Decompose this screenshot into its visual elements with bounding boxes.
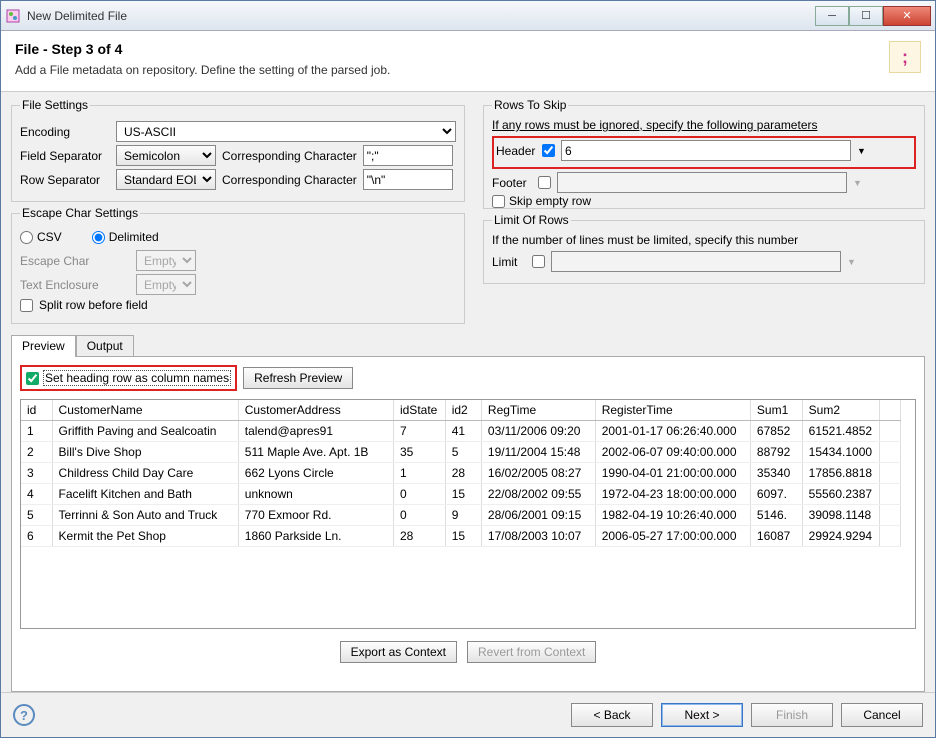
tab-output[interactable]: Output [76, 335, 134, 357]
set-heading-row-checkbox[interactable] [26, 372, 39, 385]
column-header[interactable]: RegTime [481, 400, 595, 421]
rows-to-skip-legend: Rows To Skip [492, 98, 568, 112]
footer-skip-label: Footer [492, 176, 532, 190]
escape-char-legend: Escape Char Settings [20, 206, 140, 220]
back-button[interactable]: < Back [571, 703, 653, 727]
tab-preview[interactable]: Preview [11, 335, 76, 357]
table-row[interactable]: 4Facelift Kitchen and Bathunknown01522/0… [21, 484, 901, 505]
row-sep-corr-label: Corresponding Character [222, 173, 357, 187]
field-separator-label: Field Separator [20, 149, 110, 163]
column-header[interactable]: CustomerAddress [238, 400, 393, 421]
page-title: File - Step 3 of 4 [15, 41, 889, 57]
csv-radio[interactable] [20, 231, 33, 244]
set-heading-row-label: Set heading row as column names [43, 370, 231, 386]
close-button[interactable]: ✕ [883, 6, 931, 26]
dropdown-icon: ▼ [853, 178, 862, 188]
export-as-context-button[interactable]: Export as Context [340, 641, 457, 663]
revert-from-context-button: Revert from Context [467, 641, 596, 663]
rows-to-skip-group: Rows To Skip If any rows must be ignored… [483, 98, 925, 209]
help-icon[interactable]: ? [13, 704, 35, 726]
titlebar: New Delimited File ─ ☐ ✕ [1, 1, 935, 31]
set-heading-row-box: Set heading row as column names [20, 365, 237, 391]
footer-bar: ? < Back Next > Finish Cancel [1, 692, 935, 737]
encoding-select[interactable]: US-ASCII [116, 121, 456, 142]
text-enclosure-select: Empty [136, 274, 196, 295]
column-header[interactable]: id [21, 400, 52, 421]
row-separator-label: Row Separator [20, 173, 110, 187]
page-description: Add a File metadata on repository. Defin… [15, 63, 889, 77]
skip-empty-row-label: Skip empty row [509, 194, 591, 208]
file-type-icon: ; [889, 41, 921, 73]
table-row[interactable]: 2Bill's Dive Shop511 Maple Ave. Apt. 1B3… [21, 442, 901, 463]
text-enclosure-label: Text Enclosure [20, 278, 130, 292]
row-sep-corr-input[interactable] [363, 169, 453, 190]
split-row-label: Split row before field [39, 298, 148, 312]
limit-of-rows-legend: Limit Of Rows [492, 213, 571, 227]
field-separator-select[interactable]: Semicolon [116, 145, 216, 166]
minimize-button[interactable]: ─ [815, 6, 849, 26]
maximize-button[interactable]: ☐ [849, 6, 883, 26]
rows-to-skip-description: If any rows must be ignored, specify the… [492, 118, 916, 132]
limit-input [551, 251, 841, 272]
table-row[interactable]: 5Terrinni & Son Auto and Truck770 Exmoor… [21, 505, 901, 526]
delimited-radio[interactable] [92, 231, 105, 244]
footer-skip-input [557, 172, 847, 193]
table-row[interactable]: 1Griffith Paving and Sealcoatintalend@ap… [21, 421, 901, 442]
encoding-label: Encoding [20, 125, 110, 139]
column-header[interactable]: Sum1 [750, 400, 802, 421]
escape-char-label: Escape Char [20, 254, 130, 268]
limit-of-rows-description: If the number of lines must be limited, … [492, 233, 916, 247]
tabs: Preview Output [11, 334, 925, 356]
table-row[interactable]: 6Kermit the Pet Shop1860 Parkside Ln.281… [21, 526, 901, 547]
header-skip-checkbox[interactable] [542, 144, 555, 157]
column-header[interactable]: idState [393, 400, 445, 421]
skip-empty-row-checkbox[interactable] [492, 195, 505, 208]
file-settings-group: File Settings Encoding US-ASCII Field Se… [11, 98, 465, 202]
dropdown-icon[interactable]: ▼ [857, 146, 866, 156]
app-icon [5, 8, 21, 24]
limit-of-rows-group: Limit Of Rows If the number of lines mus… [483, 213, 925, 284]
table-row[interactable]: 3Childress Child Day Care662 Lyons Circl… [21, 463, 901, 484]
footer-skip-checkbox[interactable] [538, 176, 551, 189]
content-area: File Settings Encoding US-ASCII Field Se… [1, 92, 935, 692]
split-row-checkbox[interactable] [20, 299, 33, 312]
field-sep-corr-input[interactable] [363, 145, 453, 166]
dialog-window: New Delimited File ─ ☐ ✕ File - Step 3 o… [0, 0, 936, 738]
delimited-radio-label[interactable]: Delimited [92, 230, 159, 244]
row-separator-select[interactable]: Standard EOL [116, 169, 216, 190]
header-skip-input[interactable] [561, 140, 851, 161]
header-skip-label: Header [496, 144, 536, 158]
limit-checkbox[interactable] [532, 255, 545, 268]
finish-button: Finish [751, 703, 833, 727]
escape-char-settings-group: Escape Char Settings CSV Delimited Escap… [11, 206, 465, 324]
limit-label: Limit [492, 255, 526, 269]
column-header[interactable]: id2 [445, 400, 481, 421]
file-settings-legend: File Settings [20, 98, 90, 112]
column-header[interactable]: RegisterTime [595, 400, 750, 421]
escape-char-select: Empty [136, 250, 196, 271]
refresh-preview-button[interactable]: Refresh Preview [243, 367, 353, 389]
field-sep-corr-label: Corresponding Character [222, 149, 357, 163]
dialog-header: File - Step 3 of 4 Add a File metadata o… [1, 31, 935, 92]
window-title: New Delimited File [27, 9, 815, 23]
tab-panel-preview: Set heading row as column names Refresh … [11, 356, 925, 692]
csv-radio-label[interactable]: CSV [20, 230, 62, 244]
preview-grid[interactable]: idCustomerNameCustomerAddressidStateid2R… [20, 399, 916, 629]
cancel-button[interactable]: Cancel [841, 703, 923, 727]
column-header[interactable]: CustomerName [52, 400, 238, 421]
dropdown-icon: ▼ [847, 257, 856, 267]
column-header[interactable]: Sum2 [802, 400, 880, 421]
next-button[interactable]: Next > [661, 703, 743, 727]
